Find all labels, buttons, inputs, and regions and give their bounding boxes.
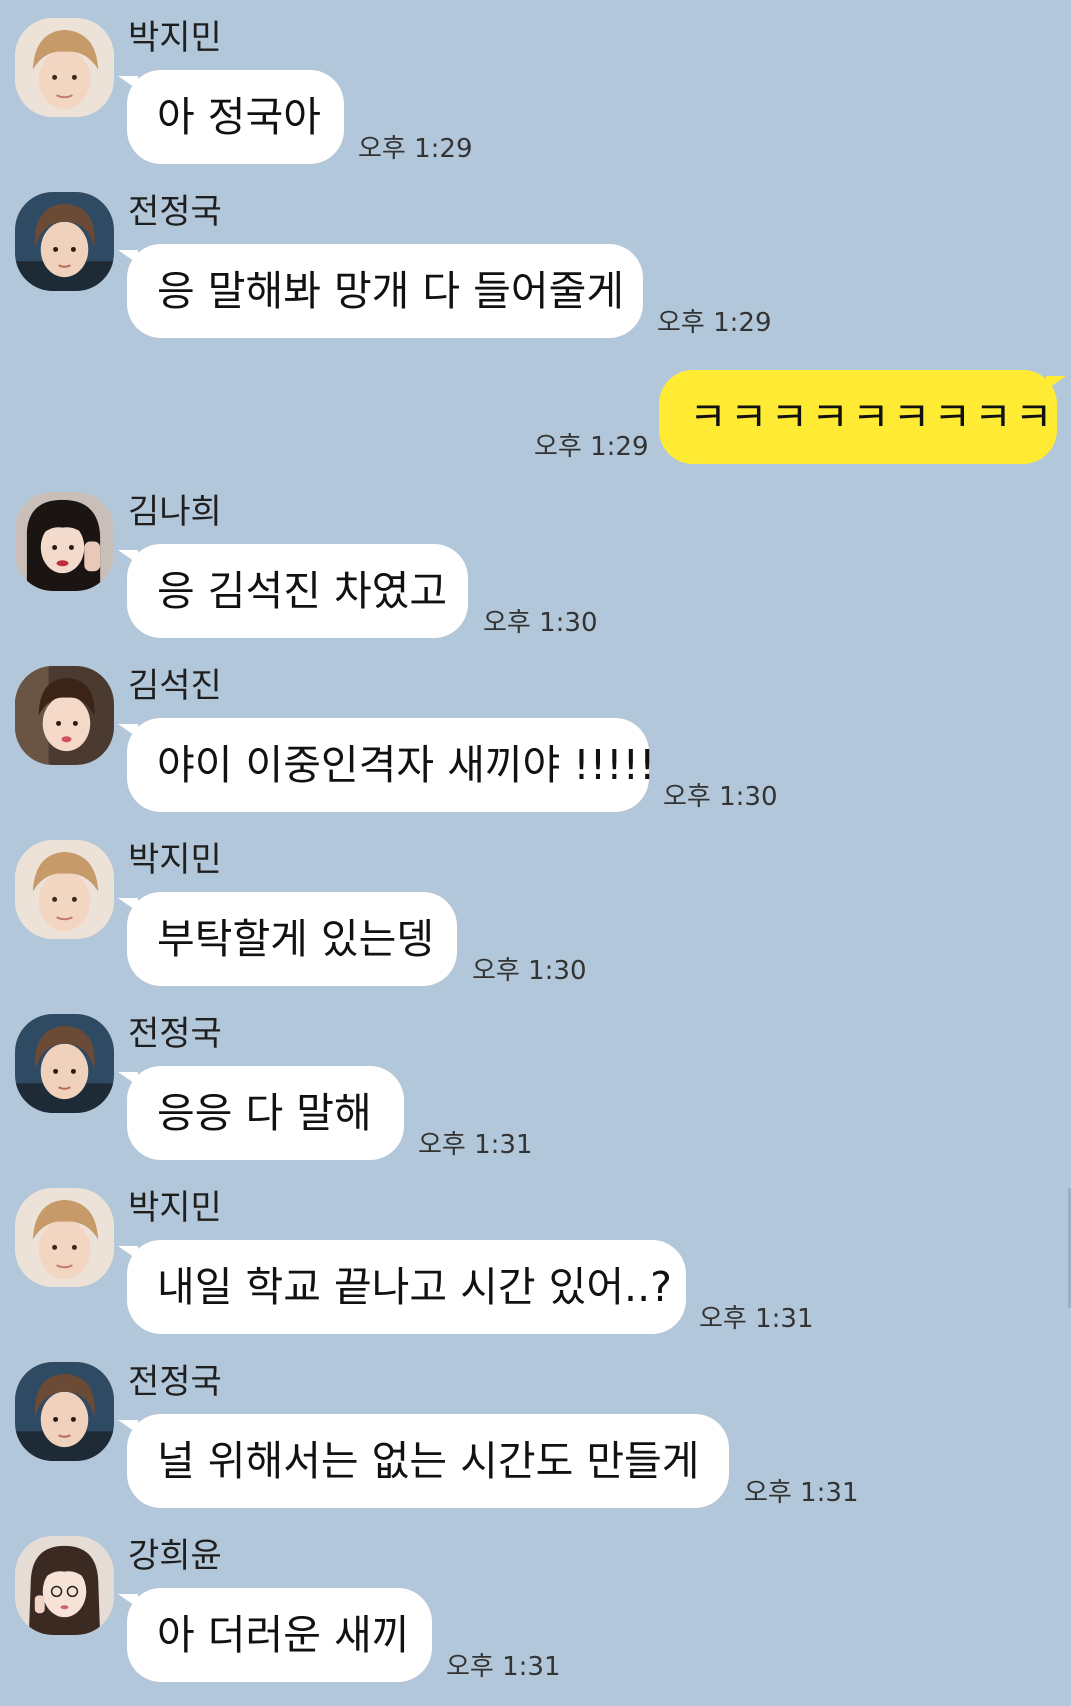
sender-name: 김나희: [128, 492, 222, 532]
avatar-seokjin[interactable]: [15, 666, 114, 765]
message-bubble[interactable]: 아 정국아: [118, 70, 344, 164]
message-time: 오후 1:29: [358, 134, 473, 164]
message-time: 오후 1:31: [699, 1304, 814, 1334]
message-time: 오후 1:31: [446, 1652, 561, 1682]
message-bubble[interactable]: 아 더러운 새끼: [118, 1588, 432, 1682]
my-message-bubble[interactable]: ㅋㅋㅋㅋㅋㅋㅋㅋㅋ: [659, 370, 1066, 464]
sender-name: 김석진: [128, 666, 222, 706]
message-bubble[interactable]: 내일 학교 끝나고 시간 있어..?: [118, 1240, 686, 1334]
message-time: 오후 1:29: [534, 432, 649, 462]
message-time: 오후 1:30: [663, 782, 778, 812]
chat-room: 박지민 아 정국아 오후 1:29 전정국 응 말해봐 망개 다 들어줄게 오후…: [0, 0, 1071, 1706]
sender-name: 박지민: [128, 18, 222, 58]
message-bubble[interactable]: 야이 이중인격자 새끼야 !!!!!: [118, 718, 655, 812]
avatar-jungkook[interactable]: [15, 1014, 114, 1113]
sender-name: 박지민: [128, 1188, 222, 1228]
avatar-jimin[interactable]: [15, 1188, 114, 1287]
message-time: 오후 1:31: [418, 1130, 533, 1160]
sender-name: 강희윤: [128, 1536, 222, 1576]
avatar-jimin[interactable]: [15, 18, 114, 117]
message-time: 오후 1:30: [472, 956, 587, 986]
avatar-nahee[interactable]: [15, 492, 114, 591]
message-bubble[interactable]: 응응 다 말해: [118, 1066, 404, 1160]
avatar-heeyoon[interactable]: [15, 1536, 114, 1635]
message-time: 오후 1:30: [483, 608, 598, 638]
sender-name: 박지민: [128, 840, 222, 880]
avatar-jungkook[interactable]: [15, 1362, 114, 1461]
message-bubble[interactable]: 부탁할게 있는뎅: [118, 892, 457, 986]
sender-name: 전정국: [128, 1362, 222, 1402]
message-time: 오후 1:31: [744, 1478, 859, 1508]
message-time: 오후 1:29: [657, 308, 772, 338]
message-bubble[interactable]: 응 말해봐 망개 다 들어줄게: [118, 244, 643, 338]
message-bubble[interactable]: 널 위해서는 없는 시간도 만들게: [118, 1414, 729, 1508]
avatar-jungkook[interactable]: [15, 192, 114, 291]
sender-name: 전정국: [128, 1014, 222, 1054]
avatar-jimin[interactable]: [15, 840, 114, 939]
message-bubble[interactable]: 응 김석진 차였고: [118, 544, 468, 638]
sender-name: 전정국: [128, 192, 222, 232]
